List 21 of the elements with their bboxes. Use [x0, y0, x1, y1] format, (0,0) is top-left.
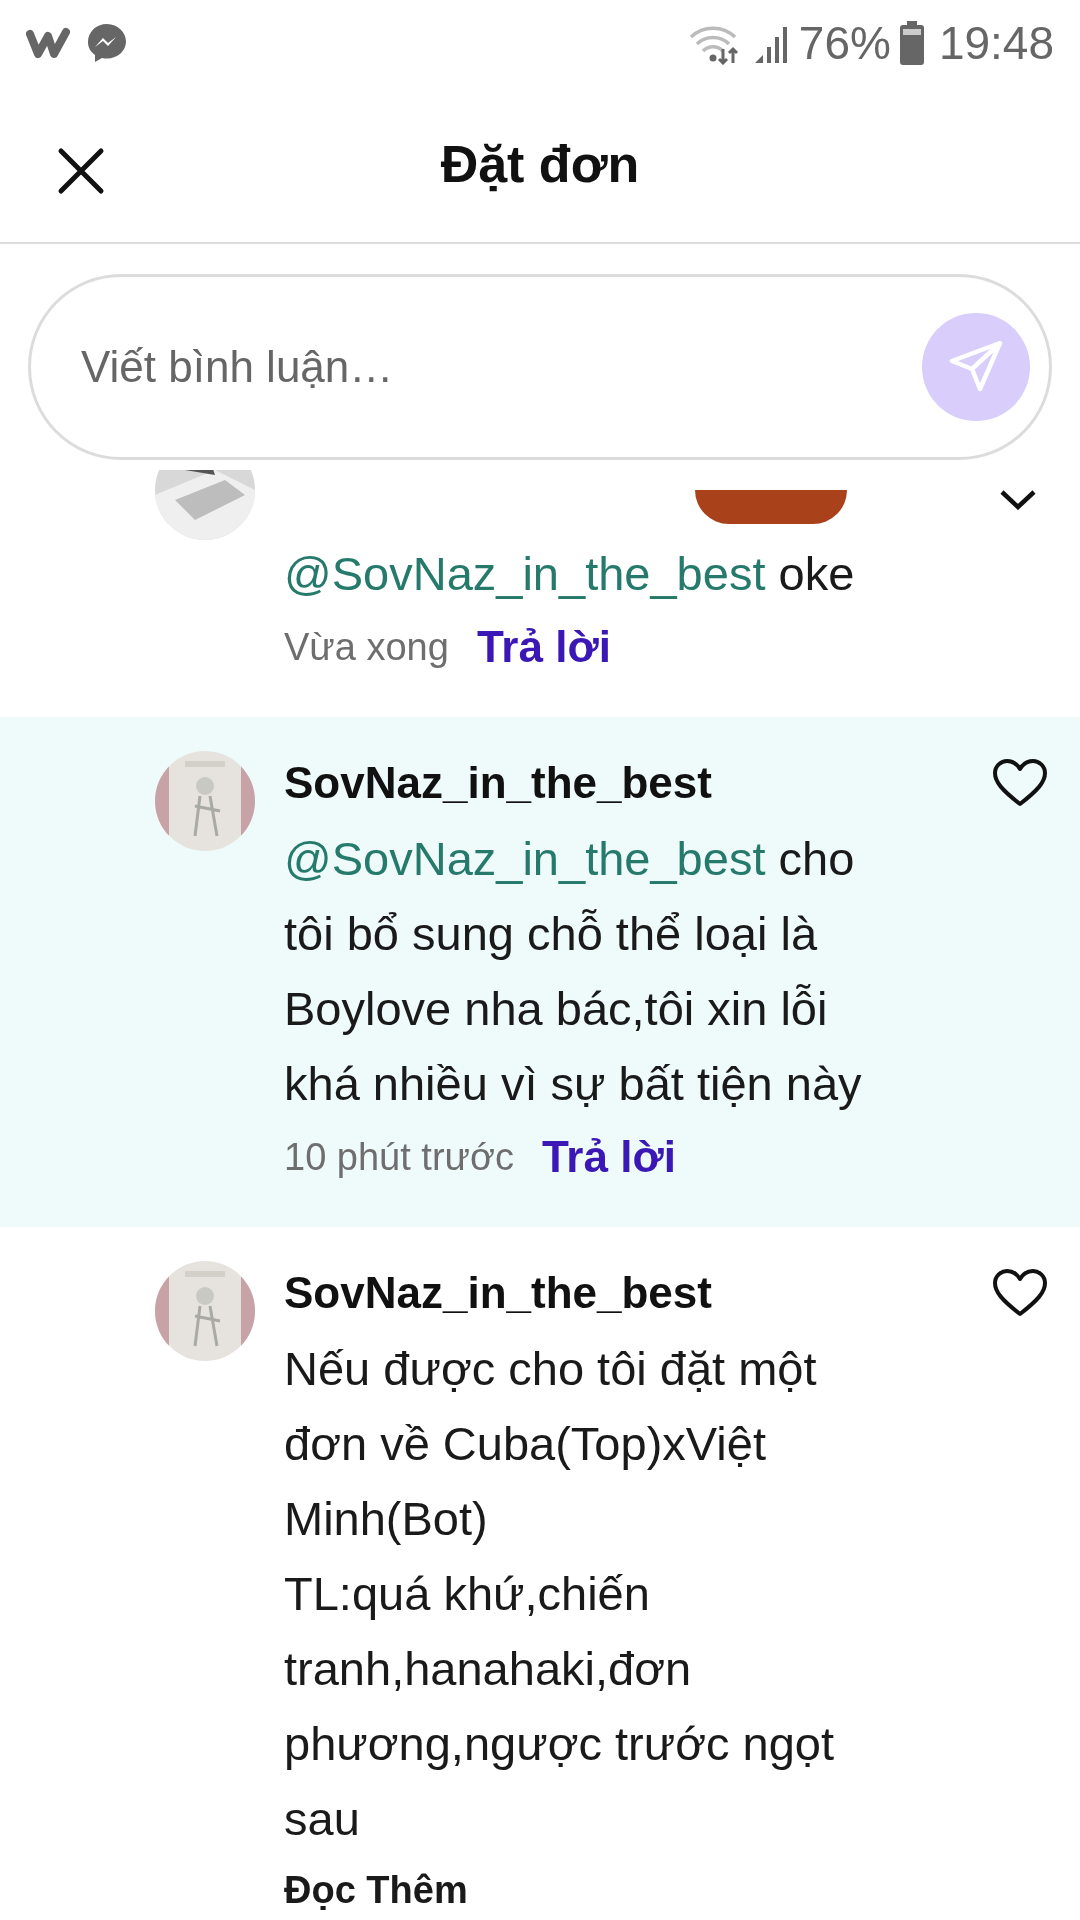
messenger-icon [86, 22, 128, 64]
read-more-link[interactable]: Đọc Thêm [284, 1862, 468, 1919]
clock-time: 19:48 [938, 15, 1054, 71]
page-title: Đặt đơn [440, 134, 640, 195]
app-logo-icon [26, 26, 72, 60]
battery-icon [898, 20, 925, 66]
comment-text: @SovNaz_in_the_best oke [284, 546, 856, 602]
author-name[interactable]: SovNaz_in_the_best [284, 750, 712, 816]
heart-icon [992, 1268, 1048, 1318]
reply-button[interactable]: Trả lời [476, 614, 611, 680]
reply-button[interactable]: Trả lời [541, 1124, 676, 1190]
author-name[interactable]: SovNaz_in_the_best [284, 1260, 712, 1326]
comment-input[interactable]: Viết bình luận… [28, 274, 1052, 460]
comment-text: @SovNaz_in_the_best cho tôi bổ sung chỗ thể loại là Boylove nha bác,tôi xin lỗi khá nhiều vì sự bất tiện này [284, 831, 863, 1112]
comment-text: Nếu được cho tôi đặt một đơn về Cuba(Top)xViệt Minh(Bot) TL:quá khứ,chiến tranh,hanahaki,đơn phương,ngược trước ngọt sau [284, 1341, 836, 1847]
chevron-down-icon [998, 490, 1038, 510]
timestamp: Vừa xong [284, 624, 449, 670]
timestamp: 10 phút trước [284, 1134, 514, 1180]
battery-percentage: 76% [798, 15, 891, 71]
close-icon [57, 147, 105, 195]
heart-icon [992, 758, 1048, 808]
